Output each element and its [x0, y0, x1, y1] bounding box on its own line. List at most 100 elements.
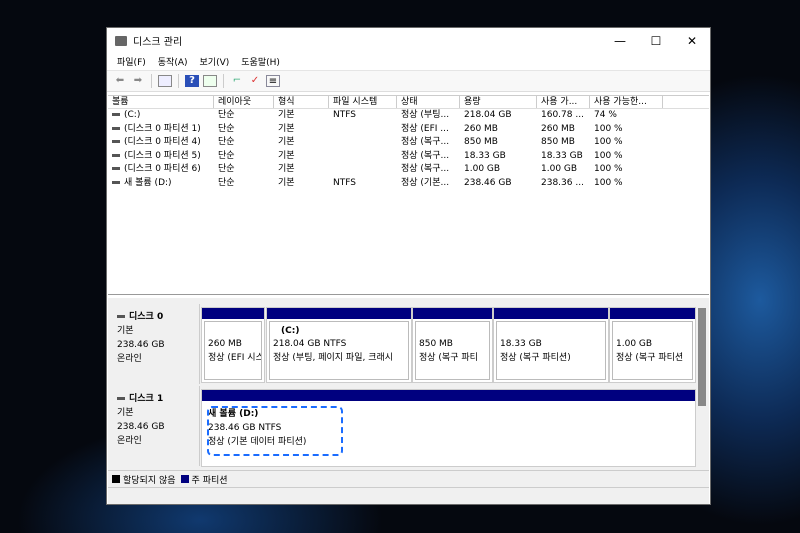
partition-name: (C:): [281, 326, 300, 336]
table-row[interactable]: (C:) 단순 기본 NTFS 정상 (부팅... 218.04 GB 160.78 ...…: [108, 109, 709, 123]
menu-action[interactable]: 동작(A): [158, 55, 188, 68]
cell-0: (C:): [108, 109, 214, 123]
cell-5: 850 MB: [460, 136, 537, 150]
menu-file[interactable]: 파일(F): [117, 55, 146, 68]
disk-0-label[interactable]: 디스크 0 기본 238.46 GB 온라인: [109, 304, 200, 384]
cell-text: 1.00 GB: [541, 164, 578, 175]
cell-3: [329, 150, 397, 164]
primary-partition-bar: [494, 308, 608, 319]
column-type[interactable]: 형식: [274, 96, 329, 108]
partition-status: 정상 (복구 파티션: [616, 353, 684, 363]
partition-status: 정상 (EFI 시스: [208, 353, 262, 363]
disk-1-label[interactable]: 디스크 1 기본 238.46 GB 온라인: [109, 386, 200, 466]
disk-type: 기본: [117, 326, 134, 336]
disk-name: 디스크 0: [129, 312, 164, 322]
partition-2[interactable]: 850 MB 정상 (복구 파티: [412, 307, 493, 383]
table-row[interactable]: (디스크 0 파티션 1) 단순 기본 정상 (EFI ... 260 MB 260 MB…: [108, 123, 709, 137]
partition-size: 1.00 GB: [616, 339, 653, 349]
cell-4: 정상 (복구...: [397, 150, 460, 164]
partition-0[interactable]: 260 MB 정상 (EFI 시스: [201, 307, 265, 383]
back-icon[interactable]: ⬅: [113, 75, 127, 87]
cell-text: 850 MB: [541, 137, 575, 148]
partition-size: 218.04 GB NTFS: [273, 339, 347, 349]
cell-text: 218.04 GB: [464, 110, 512, 120]
unallocated-swatch: [112, 475, 120, 483]
disk-0[interactable]: 디스크 0 기본 238.46 GB 온라인 260 MB 정상 (EFI 시스 (…: [108, 304, 698, 384]
cell-0: (디스크 0 파티션 6): [108, 163, 214, 177]
minimize-button[interactable]: —: [602, 28, 638, 53]
partition-4[interactable]: 1.00 GB 정상 (복구 파티션: [609, 307, 696, 383]
cell-text: 100 %: [594, 137, 623, 148]
cell-text: 단순: [218, 123, 235, 134]
menu-bar: 파일(F) 동작(A) 보기(V) 도움말(H): [107, 53, 710, 70]
table-row[interactable]: (디스크 0 파티션 4) 단순 기본 정상 (복구... 850 MB 850 MB 10…: [108, 136, 709, 150]
cell-text: 850 MB: [464, 137, 498, 148]
cell-2: 기본: [274, 109, 329, 123]
cell-1: 단순: [214, 177, 274, 191]
column-percent-free[interactable]: 사용 가능한...: [590, 96, 663, 108]
disk-1[interactable]: 디스크 1 기본 238.46 GB 온라인 새 볼륨 (D:) 238.46 …: [108, 386, 698, 467]
column-layout[interactable]: 레이아웃: [214, 96, 274, 108]
toolbar: ⬅ ➡ ? ⌐ ✓ ≡: [107, 70, 710, 92]
column-status[interactable]: 상태: [397, 96, 460, 108]
connect-icon[interactable]: ⌐: [230, 75, 244, 87]
primary-partition-bar: [610, 308, 695, 319]
table-row[interactable]: (디스크 0 파티션 6) 단순 기본 정상 (복구... 1.00 GB 1.00 GB…: [108, 163, 709, 177]
partition-1[interactable]: (C:) 218.04 GB NTFS 정상 (부팅, 페이지 파일, 크래시: [266, 307, 412, 383]
action-pane-icon[interactable]: [203, 75, 217, 87]
cell-1: 단순: [214, 163, 274, 177]
cell-text: NTFS: [333, 177, 356, 188]
cell-7: 100 %: [590, 177, 663, 191]
properties-icon[interactable]: ≡: [266, 75, 280, 87]
partition-3[interactable]: 18.33 GB 정상 (복구 파티션): [493, 307, 609, 383]
volume-list: 볼륨 레이아웃 형식 파일 시스템 상태 용량 사용 가... 사용 가능한..…: [108, 95, 709, 295]
cell-2: 기본: [274, 177, 329, 191]
close-button[interactable]: ✕: [674, 28, 710, 53]
check-icon[interactable]: ✓: [248, 75, 262, 87]
cell-text: (디스크 0 파티션 4): [124, 137, 201, 148]
cell-7: 100 %: [590, 136, 663, 150]
cell-3: NTFS: [329, 109, 397, 123]
table-row[interactable]: (디스크 0 파티션 5) 단순 기본 정상 (복구... 18.33 GB 18.33 …: [108, 150, 709, 164]
volume-icon: [112, 153, 120, 157]
cell-text: 18.33 GB: [541, 150, 583, 161]
table-row[interactable]: 새 볼륨 (D:) 단순 기본 NTFS 정상 (기본... 238.46 GB 238.3…: [108, 177, 709, 191]
separator: [151, 74, 152, 88]
cell-2: 기본: [274, 163, 329, 177]
cell-text: 새 볼륨 (D:): [124, 177, 172, 188]
help-icon[interactable]: ?: [185, 75, 199, 87]
cell-0: (디스크 0 파티션 1): [108, 123, 214, 137]
cell-text: 정상 (복구...: [401, 150, 450, 161]
primary-partition-swatch: [180, 475, 189, 483]
console-tree-icon[interactable]: [158, 75, 172, 87]
vertical-scrollbar[interactable]: [698, 308, 706, 406]
cell-6: 850 MB: [537, 136, 590, 150]
partition-size: 260 MB: [208, 339, 242, 349]
menu-help[interactable]: 도움말(H): [241, 55, 280, 68]
partition-status: 정상 (부팅, 페이지 파일, 크래시: [273, 353, 394, 363]
column-filesystem[interactable]: 파일 시스템: [329, 96, 397, 108]
column-free-space[interactable]: 사용 가...: [537, 96, 590, 108]
column-volume[interactable]: 볼륨: [108, 96, 214, 108]
cell-text: 100 %: [594, 177, 623, 188]
cell-4: 정상 (복구...: [397, 136, 460, 150]
cell-text: (디스크 0 파티션 6): [124, 164, 201, 175]
cell-text: 단순: [218, 137, 235, 148]
disk-management-window: 디스크 관리 — ☐ ✕ 파일(F) 동작(A) 보기(V) 도움말(H) ⬅ …: [106, 27, 711, 505]
column-capacity[interactable]: 용량: [460, 96, 537, 108]
partition-d[interactable]: 새 볼륨 (D:) 238.46 GB NTFS 정상 (기본 데이터 파티션): [201, 389, 696, 467]
cell-text: (디스크 0 파티션 1): [124, 123, 201, 134]
maximize-button[interactable]: ☐: [638, 28, 674, 53]
cell-text: (디스크 0 파티션 5): [124, 150, 201, 161]
cell-text: 기본: [278, 110, 295, 120]
partition-name: [208, 324, 258, 337]
separator: [178, 74, 179, 88]
primary-partition-bar: [202, 308, 264, 319]
forward-icon[interactable]: ➡: [131, 75, 145, 87]
menu-view[interactable]: 보기(V): [200, 55, 230, 68]
cell-3: [329, 163, 397, 177]
legend-primary-partition: 주 파티션: [191, 475, 228, 486]
disk-name: 디스크 1: [129, 394, 164, 404]
cell-2: 기본: [274, 123, 329, 137]
cell-5: 238.46 GB: [460, 177, 537, 191]
